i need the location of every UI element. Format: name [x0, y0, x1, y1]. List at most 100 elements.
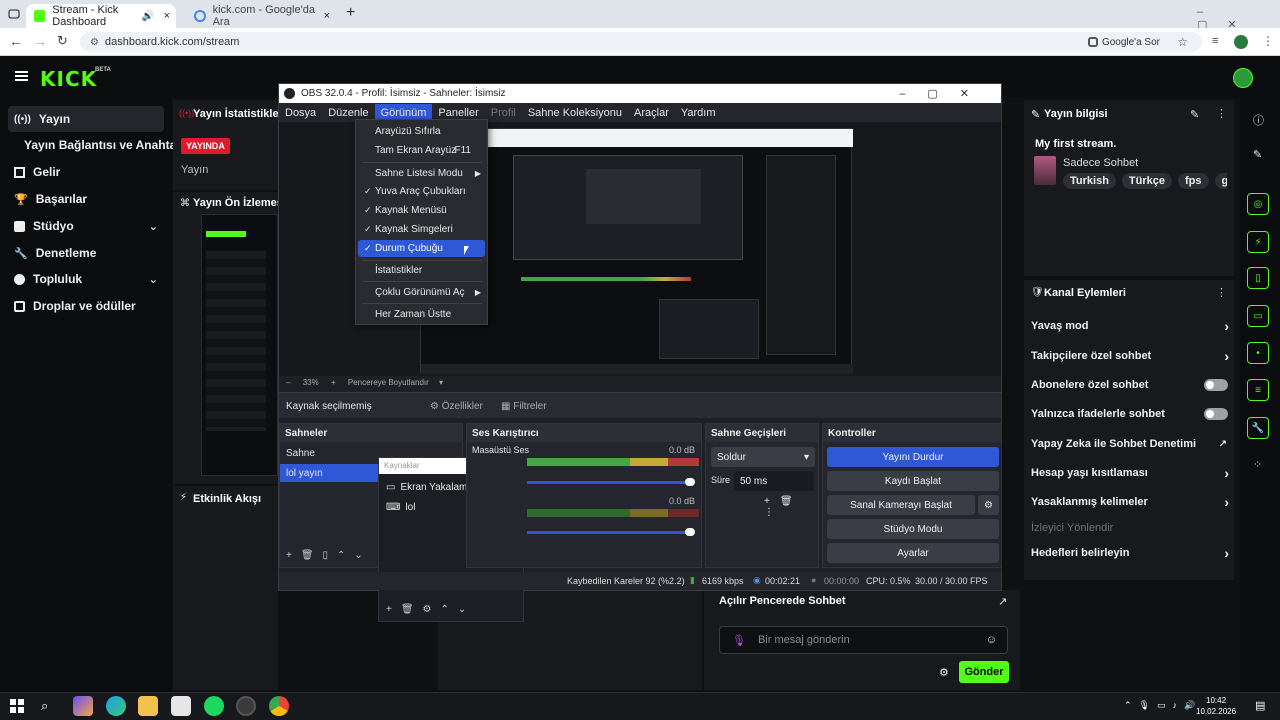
transition-toolbar[interactable]: +🗑⋮ [764, 496, 818, 518]
notifications-icon[interactable]: ▤ [1255, 699, 1265, 712]
tag-chip[interactable]: Turkish [1063, 173, 1116, 189]
nav-item-denetleme[interactable]: 🔧 Denetleme [8, 240, 164, 266]
menu-item-scene-list-mode[interactable]: Sahne Listesi Modu ▶ [358, 165, 485, 182]
tag-chip[interactable]: Türkçe [1121, 173, 1172, 189]
site-info-icon[interactable]: ⚙ [90, 37, 99, 48]
rail-chat-icon[interactable]: ▭ [1247, 305, 1269, 327]
scene-item-selected[interactable]: lol yayın [280, 464, 380, 482]
edge-icon[interactable] [106, 696, 126, 716]
google-lens-button[interactable]: Google'a Sor [1087, 37, 1160, 48]
rail-lightning-icon[interactable]: ⚡ [1247, 231, 1269, 253]
more-icon[interactable]: ⋮ [1216, 286, 1227, 299]
tag-chip[interactable]: gaming [1214, 173, 1227, 189]
volume-handle[interactable] [685, 478, 695, 486]
menu-item-stats[interactable]: İstatistikler [358, 262, 485, 279]
tab-search-icon[interactable] [6, 6, 22, 22]
action-follower-chat[interactable]: Takipçilere özel sohbet › [1031, 347, 1229, 365]
fit-window-label[interactable]: Pencereye Boyutlandır [348, 378, 429, 387]
menu-profil[interactable]: Profil [485, 107, 522, 119]
studio-mode-button[interactable]: Stüdyo Modu [827, 519, 999, 539]
duration-input[interactable]: 50 ms [734, 471, 814, 491]
emote-chat-toggle[interactable] [1204, 408, 1228, 420]
nav-item-basarilar[interactable]: 🏆 Başarılar [8, 186, 164, 212]
start-recording-button[interactable]: Kaydı Başlat [827, 471, 999, 491]
action-slow-mode[interactable]: Yavaş mod › [1031, 317, 1229, 335]
volume-slider[interactable] [527, 531, 687, 534]
start-virtual-camera-button[interactable]: Sanal Kamerayı Başlat [827, 495, 975, 515]
virtual-camera-gear-icon[interactable]: ⚙ [978, 495, 999, 515]
zoom-out-icon[interactable]: – [286, 378, 290, 387]
rail-apps-icon[interactable]: ⁘ [1253, 458, 1262, 471]
scene-toolbar[interactable]: +🗑▯⌃⌄ [286, 550, 372, 561]
user-avatar[interactable] [1233, 68, 1253, 88]
menu-dosya[interactable]: Dosya [279, 107, 322, 119]
more-icon[interactable]: ⋮ [1216, 107, 1227, 120]
forward-icon[interactable]: → [33, 33, 47, 49]
speaker-icon[interactable]: 🔊 [142, 11, 154, 22]
action-account-age[interactable]: Hesap yaşı kısıtlaması › [1031, 464, 1229, 482]
menu-paneller[interactable]: Paneller [432, 107, 484, 119]
tab-kick-dashboard[interactable]: Stream - Kick Dashboard 🔊 × [26, 4, 176, 28]
windows-start-icon[interactable] [10, 699, 24, 713]
chrome-icon[interactable] [269, 696, 289, 716]
subscriber-chat-toggle[interactable] [1204, 379, 1228, 391]
rail-layers-icon[interactable]: ≡ [1247, 379, 1269, 401]
nav-item-studyo[interactable]: Stüdyo ⌄ [8, 213, 164, 239]
pencil-icon[interactable]: ✎ [1253, 148, 1262, 161]
send-button[interactable]: Gönder [959, 661, 1009, 683]
settings-button[interactable]: Ayarlar [827, 543, 999, 563]
menu-item-fullscreen[interactable]: Tam Ekran Arayüz F11 [358, 142, 485, 159]
chrome-menu-icon[interactable]: ⋮ [1262, 34, 1274, 48]
menu-item-reset-ui[interactable]: Arayüzü Sıfırla [358, 123, 485, 140]
nav-item-stream-key[interactable]: Yayın Bağlantısı ve Anahtarı [18, 132, 184, 158]
obs-window-controls[interactable]: –▢✕ [899, 87, 991, 100]
action-set-goals[interactable]: Hedefleri belirleyin › [1031, 544, 1229, 562]
new-tab-icon[interactable]: + [346, 4, 355, 22]
menu-item-multiview[interactable]: Çoklu Görünümü Aç ▶ [358, 284, 485, 301]
nav-item-gelir[interactable]: Gelir [8, 159, 164, 185]
settings-gear-icon[interactable]: ⚙ [939, 666, 949, 679]
chevron-down-icon[interactable]: ▾ [439, 378, 443, 387]
menu-duzenle[interactable]: Düzenle [322, 107, 374, 119]
stop-streaming-button[interactable]: Yayını Durdur [827, 447, 999, 467]
bookmark-star-icon[interactable]: ☆ [1177, 35, 1188, 49]
search-icon[interactable]: ⌕ [41, 698, 48, 714]
emoji-icon[interactable]: ☺ [986, 634, 997, 646]
nav-item-yayin[interactable]: ((•)) Yayın [8, 106, 164, 132]
action-ai-moderation[interactable]: Yapay Zeka ile Sohbet Denetimi ↗ [1031, 435, 1229, 453]
volume-slider[interactable] [527, 481, 687, 484]
menu-araclar[interactable]: Araçlar [628, 107, 675, 119]
chat-input[interactable]: 🎙 Bir mesaj gönderin ☺ [719, 626, 1008, 654]
menu-item-source-icons[interactable]: ✓ Kaynak Simgeleri [358, 221, 485, 238]
hamburger-icon[interactable] [15, 71, 28, 81]
rail-phone-icon[interactable]: ▯ [1247, 267, 1269, 289]
zoom-in-icon[interactable]: + [331, 378, 336, 387]
kick-logo[interactable]: KICK [40, 67, 97, 91]
nav-item-topluluk[interactable]: Topluluk ⌄ [8, 266, 164, 292]
address-bar[interactable]: ⚙ dashboard.kick.com/stream Google'a Sor… [80, 32, 1202, 52]
back-icon[interactable]: ← [9, 33, 23, 49]
close-tab-icon[interactable]: × [324, 10, 330, 22]
properties-button[interactable]: ⚙ Özellikler [430, 401, 483, 412]
store-icon[interactable] [171, 696, 191, 716]
edit-icon[interactable]: ✎ [1190, 108, 1199, 121]
filters-button[interactable]: ▦ Filtreler [501, 401, 547, 412]
transition-select[interactable]: Soldur ▾ [711, 447, 815, 467]
tag-chip[interactable]: fps [1178, 173, 1209, 189]
reload-icon[interactable]: ↻ [57, 33, 68, 49]
file-explorer-icon[interactable] [138, 696, 158, 716]
nav-item-droplar[interactable]: Droplar ve ödüller [8, 293, 164, 319]
action-banned-words[interactable]: Yasaklanmış kelimeler › [1031, 493, 1229, 511]
system-tray-icons[interactable]: ⌃🎙▭♪🔊 [1124, 700, 1202, 711]
source-toolbar[interactable]: +🗑⚙⌃⌄ [386, 604, 475, 615]
scene-item[interactable]: Sahne [286, 448, 315, 459]
preview-video[interactable] [201, 214, 278, 476]
tab-google-search[interactable]: kick.com - Google'da Ara × [186, 4, 336, 28]
spotify-icon[interactable] [204, 696, 224, 716]
menu-yardim[interactable]: Yardım [675, 107, 722, 119]
rail-broadcast-icon[interactable]: • [1247, 342, 1269, 364]
close-tab-icon[interactable]: × [164, 10, 170, 22]
profile-avatar[interactable] [1234, 35, 1248, 49]
reading-list-icon[interactable]: ≡ [1212, 35, 1218, 47]
clock[interactable]: 10:42 10.02.2026 [1196, 695, 1236, 717]
